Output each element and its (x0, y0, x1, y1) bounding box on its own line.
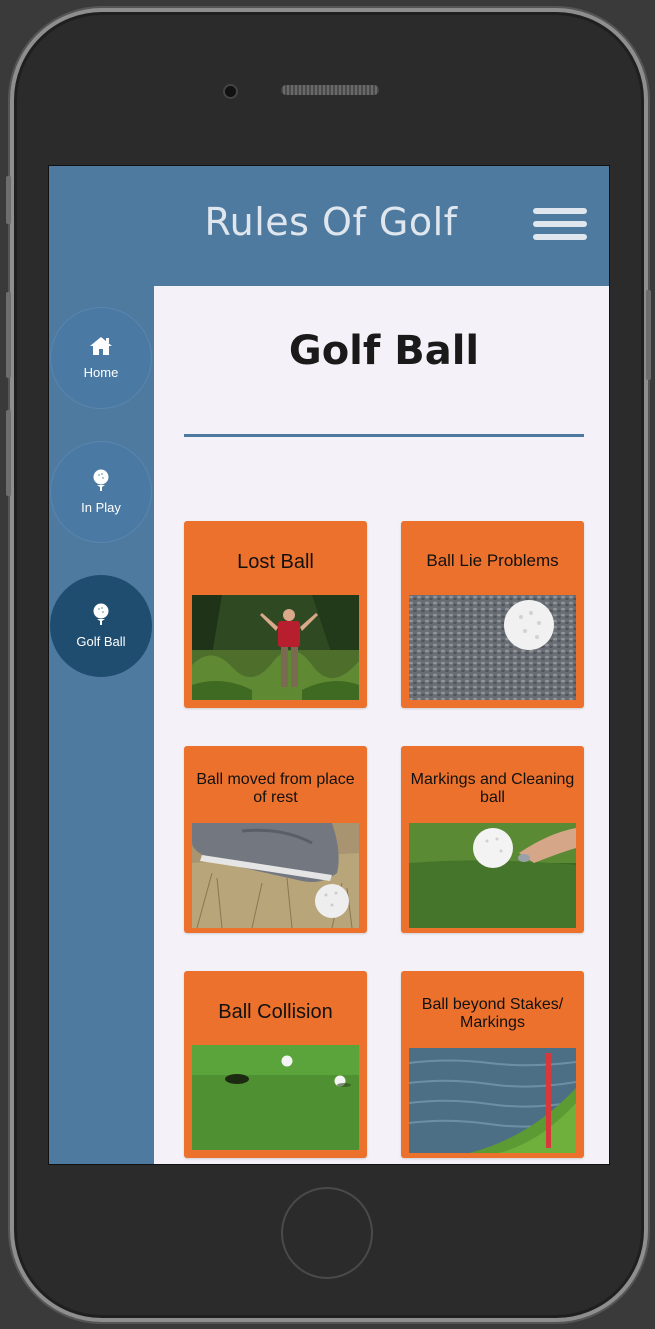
sidebar-item-home[interactable]: Home (50, 307, 152, 409)
front-camera (223, 84, 238, 99)
card-image-ball-moved (192, 823, 359, 928)
card-lost-ball[interactable]: Lost Ball (184, 521, 367, 708)
card-title: Ball beyond Stakes/ Markings (421, 996, 564, 1031)
card-ball-beyond-stakes[interactable]: Ball beyond Stakes/ Markings (401, 971, 584, 1158)
hamburger-menu-button[interactable] (533, 208, 587, 244)
menu-icon-bar (533, 234, 587, 240)
volume-down-button (6, 410, 11, 496)
card-title: Markings and Cleaning ball (410, 771, 575, 806)
card-title: Lost Ball (237, 551, 314, 573)
home-hardware-button[interactable] (281, 1187, 373, 1279)
sidebar-nav: Home In Play Golf Ball (49, 286, 153, 1164)
card-title: Ball Lie Problems (426, 551, 559, 570)
title-divider (184, 434, 584, 437)
card-title: Ball moved from place of rest (196, 771, 355, 806)
sidebar-item-label: Home (83, 365, 119, 380)
sidebar-item-in-play[interactable]: In Play (50, 441, 152, 543)
earpiece-speaker (281, 85, 379, 95)
card-ball-moved[interactable]: Ball moved from place of rest (184, 746, 367, 933)
menu-icon-bar (533, 221, 587, 227)
mute-switch (6, 176, 11, 224)
golf-ball-tee-icon (91, 603, 111, 628)
card-markings-cleaning[interactable]: Markings and Cleaning ball (401, 746, 584, 933)
page-title: Golf Ball (288, 328, 480, 374)
card-image-markings (409, 823, 576, 928)
sidebar-item-label: Golf Ball (76, 634, 126, 649)
card-ball-collision[interactable]: Ball Collision (184, 971, 367, 1158)
sidebar-item-label: In Play (81, 500, 121, 515)
main-content: Golf Ball Lost Ball Ball Lie Problems Ba… (154, 286, 609, 1164)
card-ball-lie-problems[interactable]: Ball Lie Problems (401, 521, 584, 708)
power-button (646, 290, 651, 380)
app-screen: Rules Of Golf Home In Play Golf Ball Gol… (48, 165, 610, 1165)
app-header: Rules Of Golf (49, 166, 609, 286)
home-icon (89, 336, 113, 359)
card-title: Ball Collision (218, 1001, 333, 1023)
golf-ball-tee-icon (91, 469, 111, 494)
card-image-lost-ball (192, 595, 359, 700)
menu-icon-bar (533, 208, 587, 214)
volume-up-button (6, 292, 11, 378)
card-image-ball-lie (409, 595, 576, 700)
sidebar-item-golf-ball[interactable]: Golf Ball (50, 575, 152, 677)
card-image-stakes (409, 1048, 576, 1153)
app-title: Rules Of Golf (204, 200, 458, 244)
card-image-collision (192, 1045, 359, 1150)
